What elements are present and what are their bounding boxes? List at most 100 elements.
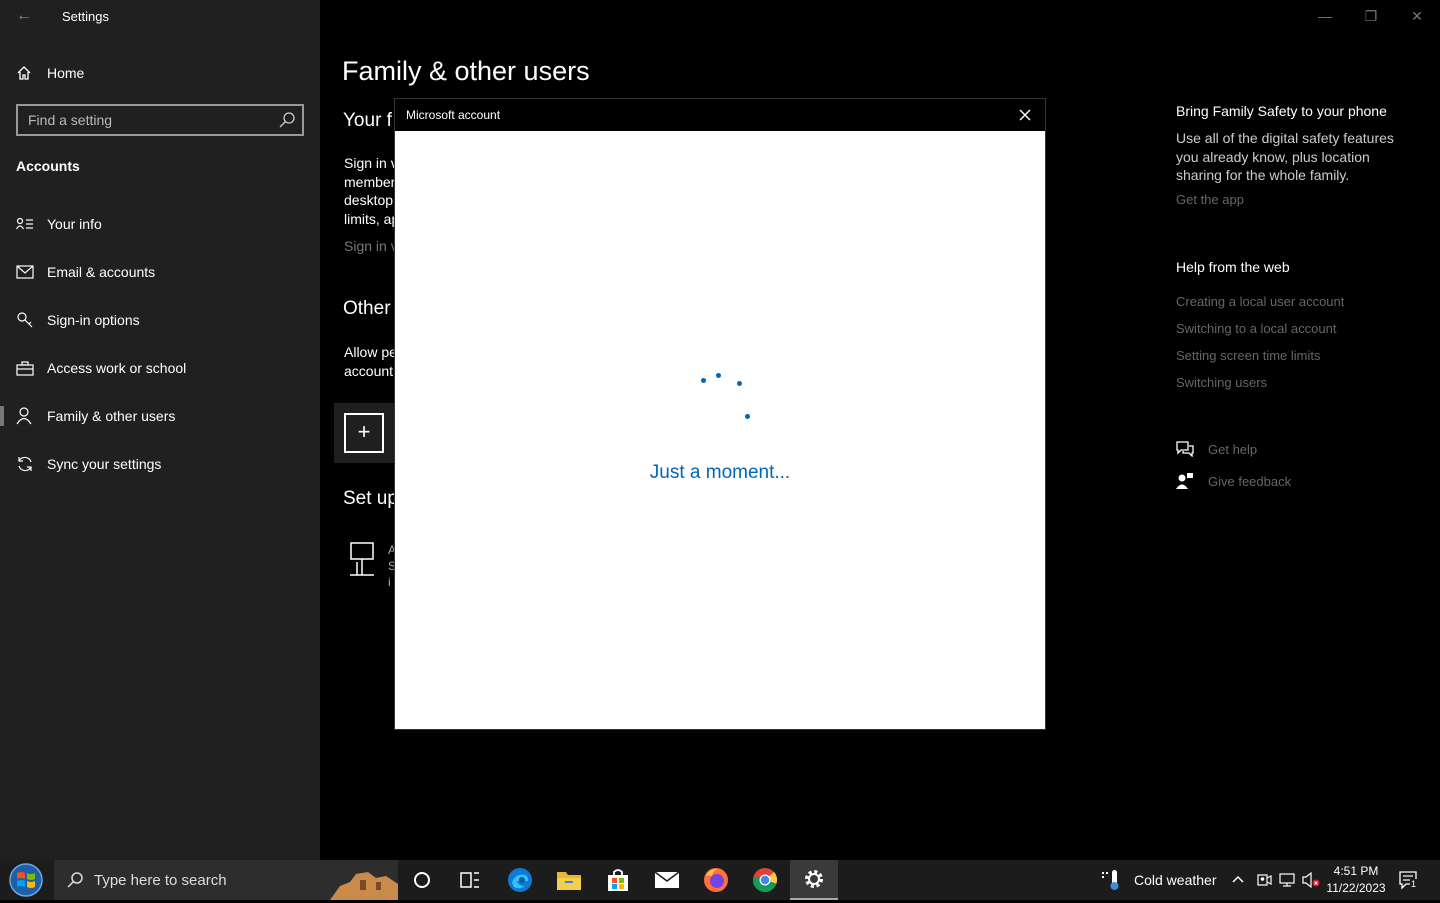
text-line: member bbox=[344, 173, 396, 190]
text-line: you already know, plus location bbox=[1176, 148, 1370, 165]
help-link[interactable]: Setting screen time limits bbox=[1176, 348, 1321, 363]
feedback-icon bbox=[1176, 473, 1193, 489]
settings-taskbar-button[interactable] bbox=[790, 860, 838, 900]
close-icon[interactable] bbox=[1017, 107, 1033, 123]
close-window-button[interactable]: ✕ bbox=[1394, 0, 1440, 32]
your-family-heading: Your f bbox=[343, 110, 392, 131]
other-users-description: Allow pe account bbox=[344, 343, 397, 380]
file-explorer-button[interactable] bbox=[545, 860, 593, 900]
get-help-label: Get help bbox=[1208, 441, 1258, 457]
family-safety-description: Use all of the digital safety features y… bbox=[1176, 129, 1406, 185]
mail-icon bbox=[16, 265, 34, 279]
search-input[interactable] bbox=[28, 112, 268, 128]
search-icon bbox=[279, 112, 295, 128]
store-button[interactable] bbox=[594, 860, 642, 900]
help-link[interactable]: Switching to a local account bbox=[1176, 321, 1336, 336]
chrome-button[interactable] bbox=[741, 860, 789, 900]
home-nav-item[interactable]: Home bbox=[16, 62, 84, 84]
spinner-dot bbox=[745, 414, 750, 419]
clock-date: 11/22/2023 bbox=[1326, 881, 1386, 895]
loading-spinner-icon bbox=[695, 369, 755, 429]
firefox-icon bbox=[704, 868, 728, 892]
text-line: desktop bbox=[344, 192, 394, 208]
meet-now-icon[interactable] bbox=[1256, 872, 1272, 888]
sidebar-item-family-other-users[interactable]: Family & other users bbox=[0, 396, 320, 436]
volume-muted-icon[interactable] bbox=[1302, 872, 1320, 888]
spinner-dot bbox=[716, 373, 721, 378]
chevron-up-icon[interactable] bbox=[1231, 873, 1245, 885]
text-line: sharing for the whole family. bbox=[1176, 167, 1350, 183]
search-icon bbox=[67, 872, 83, 888]
start-button[interactable] bbox=[6, 862, 46, 898]
sidebar-item-sync-settings[interactable]: Sync your settings bbox=[0, 444, 320, 484]
clock-time: 4:51 PM bbox=[1333, 864, 1379, 878]
thermometer-icon bbox=[1102, 870, 1119, 890]
taskbar: Type here to search Cold weather 4:51 PM… bbox=[0, 860, 1440, 900]
setup-kiosk-heading: Set up bbox=[343, 488, 398, 509]
firefox-button[interactable] bbox=[692, 860, 740, 900]
restore-button[interactable]: ❐ bbox=[1348, 0, 1394, 32]
key-icon bbox=[17, 312, 33, 328]
add-someone-else-button[interactable]: + bbox=[334, 403, 396, 463]
mail-icon bbox=[654, 871, 680, 888]
sidebar-item-label: Sign-in options bbox=[47, 312, 140, 328]
dialog-title: Microsoft account bbox=[406, 108, 501, 122]
search-highlight-image bbox=[326, 860, 398, 900]
other-users-heading: Other bbox=[343, 298, 391, 319]
file-explorer-icon bbox=[557, 872, 581, 890]
sidebar-item-label: Your info bbox=[47, 216, 102, 232]
taskbar-search[interactable]: Type here to search bbox=[54, 860, 398, 900]
task-view-button[interactable] bbox=[446, 860, 494, 900]
notification-count-badge: 1 bbox=[1410, 879, 1418, 889]
mail-taskbar-button[interactable] bbox=[643, 860, 691, 900]
help-link[interactable]: Creating a local user account bbox=[1176, 294, 1344, 309]
section-heading-accounts: Accounts bbox=[16, 158, 80, 174]
get-help-link[interactable]: Get help bbox=[1176, 441, 1257, 457]
chat-help-icon bbox=[1176, 441, 1194, 457]
sidebar-item-your-info[interactable]: Your info bbox=[0, 204, 320, 244]
text-line: Use all of the digital safety features bbox=[1176, 130, 1394, 146]
settings-window: Home Accounts Your info Email & accounts… bbox=[0, 0, 1440, 860]
kiosk-icon bbox=[350, 542, 374, 576]
weather-label[interactable]: Cold weather bbox=[1134, 872, 1217, 888]
page-title: Family & other users bbox=[342, 56, 590, 86]
network-icon[interactable] bbox=[1279, 872, 1297, 888]
get-the-app-link[interactable]: Get the app bbox=[1176, 192, 1244, 207]
clock[interactable]: 4:51 PM 11/22/2023 bbox=[1326, 863, 1386, 897]
sidebar: Home Accounts Your info Email & accounts… bbox=[0, 0, 320, 860]
taskbar-search-placeholder: Type here to search bbox=[94, 872, 227, 889]
spinner-dot bbox=[701, 378, 706, 383]
text-line: Allow pe bbox=[344, 344, 397, 360]
help-heading: Help from the web bbox=[1176, 259, 1290, 275]
edge-taskbar-button[interactable] bbox=[496, 860, 544, 900]
microsoft-account-dialog: Microsoft account Just a moment... bbox=[394, 98, 1046, 730]
sign-in-link[interactable]: Sign in v bbox=[344, 237, 398, 256]
chrome-icon bbox=[753, 868, 777, 892]
home-label: Home bbox=[47, 65, 85, 81]
minimize-button[interactable]: — bbox=[1302, 0, 1348, 32]
person-icon bbox=[16, 407, 32, 425]
cortana-icon bbox=[414, 872, 430, 888]
find-setting-search[interactable] bbox=[16, 104, 304, 136]
sidebar-item-sign-in-options[interactable]: Sign-in options bbox=[0, 300, 320, 340]
family-safety-heading: Bring Family Safety to your phone bbox=[1176, 103, 1387, 119]
give-feedback-label: Give feedback bbox=[1208, 473, 1292, 489]
sync-icon bbox=[18, 456, 32, 472]
weather-widget[interactable] bbox=[1100, 869, 1124, 896]
back-button[interactable]: ← bbox=[12, 6, 36, 26]
sidebar-item-label: Email & accounts bbox=[47, 264, 156, 280]
title-bar: ← Settings — ❐ ✕ bbox=[0, 0, 1440, 32]
help-link[interactable]: Switching users bbox=[1176, 375, 1267, 390]
sidebar-item-label: Sync your settings bbox=[47, 456, 162, 472]
plus-icon: + bbox=[344, 413, 384, 453]
store-icon bbox=[608, 869, 628, 891]
sidebar-item-access-work[interactable]: Access work or school bbox=[0, 348, 320, 388]
settings-icon bbox=[805, 870, 823, 888]
cortana-button[interactable] bbox=[398, 860, 446, 900]
sidebar-item-email-accounts[interactable]: Email & accounts bbox=[0, 252, 320, 292]
spinner-dot bbox=[737, 381, 742, 386]
action-center-button[interactable]: 1 bbox=[1398, 870, 1420, 890]
your-family-description: Sign in v member desktop limits, ap bbox=[344, 154, 399, 228]
give-feedback-link[interactable]: Give feedback bbox=[1176, 472, 1291, 490]
home-icon bbox=[17, 66, 31, 80]
